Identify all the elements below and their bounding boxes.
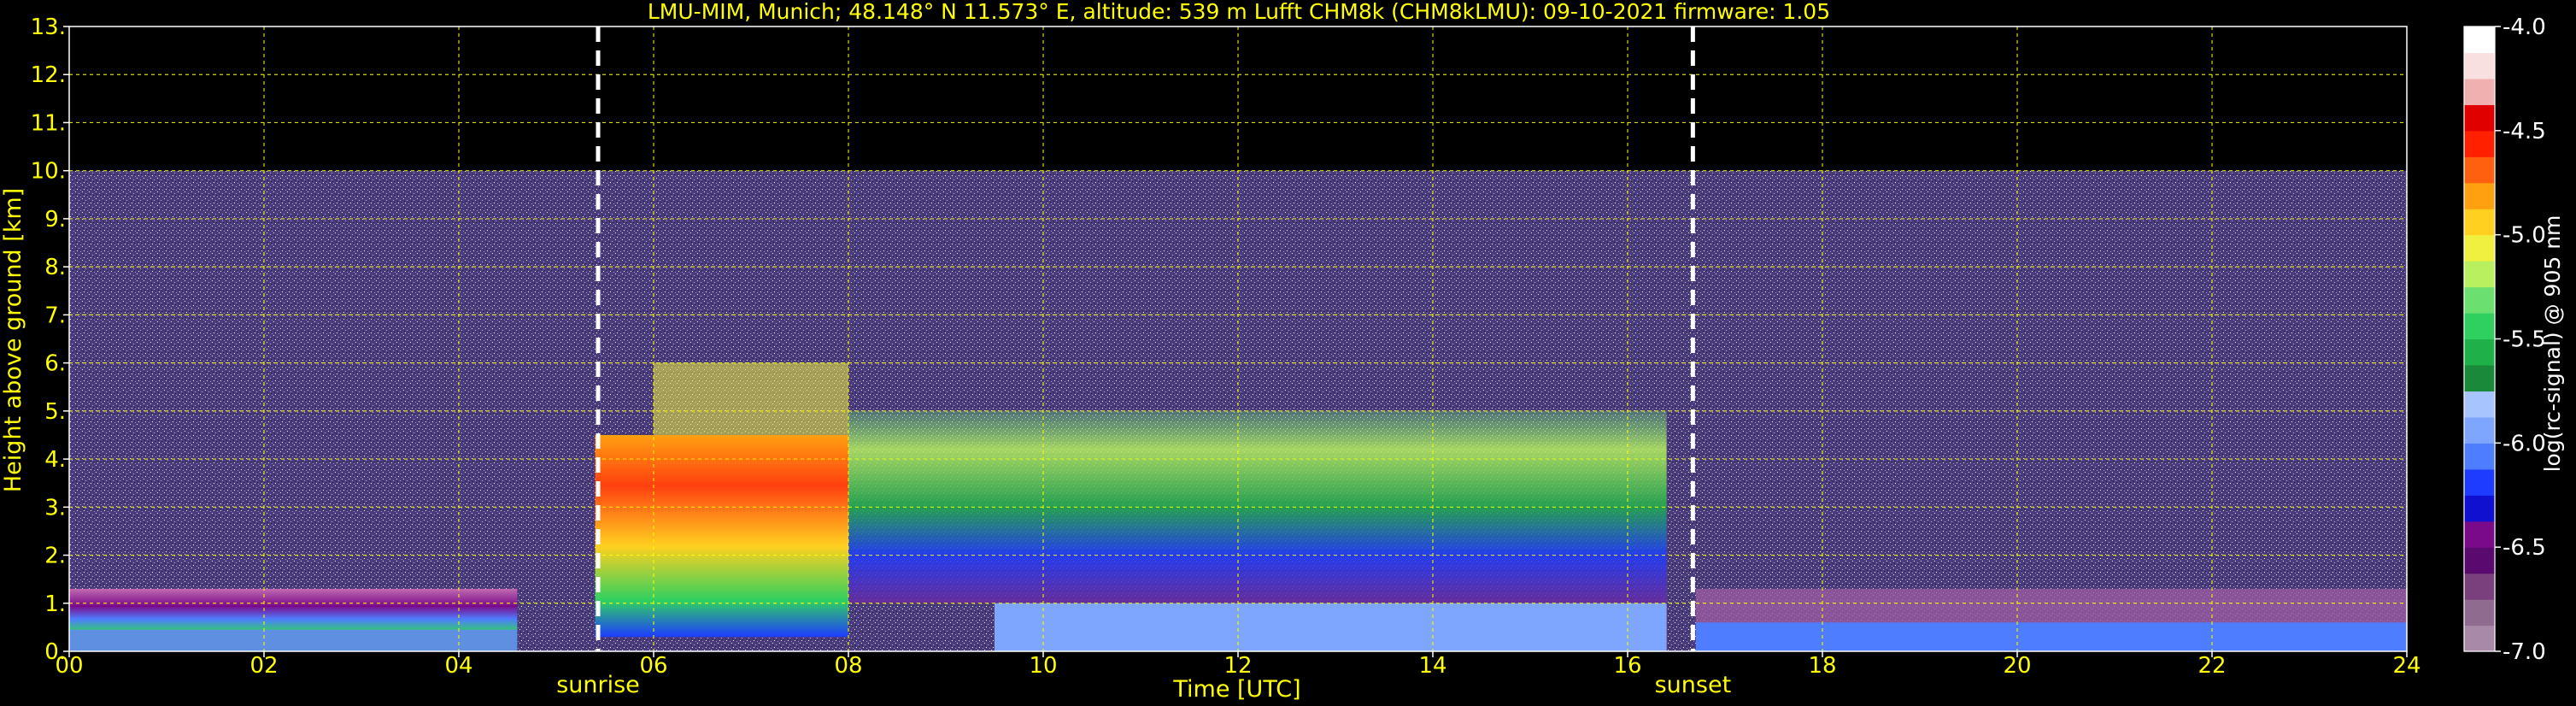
layer-surface-layer-evening <box>1695 622 2407 651</box>
colorbar-segment <box>2464 182 2495 209</box>
x-tick-label: 06 <box>639 653 667 679</box>
y-tick-label: 3. <box>44 495 66 521</box>
y-tick-label: 7. <box>44 303 66 328</box>
colorbar-segment <box>2464 416 2495 444</box>
y-tick-label: 11. <box>31 110 66 136</box>
x-axis-label: Time [UTC] <box>1172 676 1300 703</box>
colorbar-segment <box>2464 495 2495 522</box>
ceilometer-chart: sunrise sunset 00 02 04 06 08 10 12 14 16 18 20 22 24… <box>0 0 2565 703</box>
colorbar-segment <box>2464 261 2495 288</box>
layer-convective-plume <box>595 434 848 638</box>
colorbar-segment <box>2464 286 2495 314</box>
colorbar-segment <box>2464 104 2495 132</box>
colorbar-segment <box>2464 547 2495 574</box>
x-tick-label: 10 <box>1029 653 1057 679</box>
colorbar-label: log(rc-signal) @ 905 nm <box>2540 215 2565 473</box>
chart-title: LMU-MIM, Munich; 48.148° N 11.573° E, al… <box>648 0 1830 24</box>
layer-residual-layer-evening <box>1695 588 2407 627</box>
colorbar-segment <box>2464 156 2495 184</box>
layer-residual-layer-night <box>69 588 518 632</box>
colorbar-segment <box>2464 573 2495 600</box>
colorbar-segment <box>2464 338 2495 366</box>
colorbar-segment <box>2464 234 2495 262</box>
x-tick-label: 08 <box>834 653 862 679</box>
y-tick-label: 12. <box>31 62 66 88</box>
y-tick-label: 1. <box>44 591 66 617</box>
colorbar-tick-label: -4.0 <box>2503 15 2546 40</box>
y-tick-label: 4. <box>44 447 66 473</box>
x-tick-label: 22 <box>2198 653 2226 679</box>
y-tick-label: 13. <box>31 15 66 40</box>
colorbar-segment <box>2464 468 2495 496</box>
x-tick-label: 24 <box>2392 653 2421 679</box>
layer-boundary-layer-day <box>995 603 1667 651</box>
colorbar-segment <box>2464 52 2495 79</box>
x-tick-label: 16 <box>1613 653 1641 679</box>
y-axis-label: Height above ground [km] <box>0 188 26 492</box>
x-tick-label: 12 <box>1223 653 1252 679</box>
y-tick-label: 9. <box>44 207 66 232</box>
layer-surface-layer-night <box>69 629 518 651</box>
event-label-sunrise: sunrise <box>556 672 640 698</box>
colorbar-segment <box>2464 625 2495 652</box>
colorbar-segment <box>2464 599 2495 627</box>
y-tick-label: 6. <box>44 351 66 377</box>
colorbar-segment <box>2464 364 2495 392</box>
y-tick-label: 8. <box>44 255 66 280</box>
y-tick-label: 5. <box>44 399 66 425</box>
layer-convective-plume-upper <box>654 362 848 435</box>
colorbar-segment <box>2464 130 2495 157</box>
colorbar: -4.0-4.5-5.0-5.5-6.0-6.5-7.0 <box>2463 15 2546 665</box>
colorbar-segment <box>2464 443 2495 470</box>
y-tick-label: 10. <box>31 159 66 185</box>
colorbar-tick-label: -6.5 <box>2503 535 2546 561</box>
colorbar-segment <box>2464 391 2495 418</box>
colorbar-segment <box>2464 313 2495 340</box>
colorbar-tick-label: -7.0 <box>2503 639 2546 665</box>
layer-aerosol-layer-day <box>848 410 1667 603</box>
x-tick-label: 20 <box>2003 653 2031 679</box>
colorbar-segment <box>2464 521 2495 548</box>
event-label-sunset: sunset <box>1655 672 1732 698</box>
x-tick-label: 14 <box>1418 653 1446 679</box>
colorbar-segment <box>2464 26 2495 54</box>
y-tick-label: 2. <box>44 544 66 569</box>
x-tick-label: 02 <box>249 653 278 679</box>
x-tick-label: 04 <box>444 653 472 679</box>
x-tick-label: 18 <box>1808 653 1836 679</box>
colorbar-segment <box>2464 78 2495 105</box>
colorbar-segment <box>2464 209 2495 236</box>
colorbar-tick-label: -4.5 <box>2503 119 2546 144</box>
y-tick-label: 0. <box>44 639 66 665</box>
